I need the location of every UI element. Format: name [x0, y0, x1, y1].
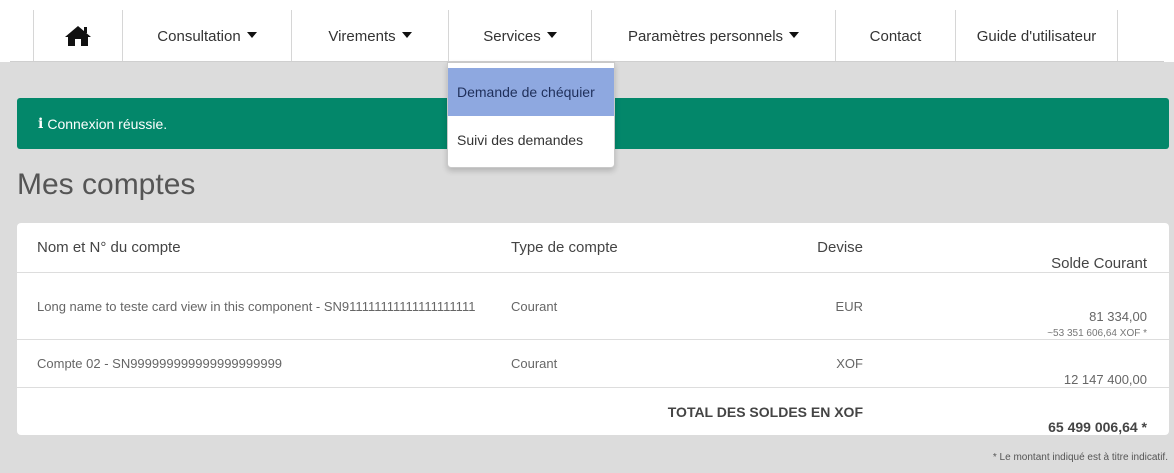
header-balance: Solde Courant: [897, 223, 1147, 272]
account-name[interactable]: Compte 02 - SN999999999999999999999: [37, 340, 497, 387]
account-currency: EUR: [835, 298, 863, 314]
account-balance: 81 334,00 ~53 351 606,64 XOF *: [897, 273, 1147, 339]
nav-divider: [1117, 10, 1118, 62]
total-label: TOTAL DES SOLDES EN XOF: [667, 403, 863, 420]
total-value: 65 499 006,64 *: [897, 388, 1147, 435]
services-dropdown-menu: Demande de chéquier Suivi des demandes: [447, 62, 615, 168]
balance-converted: ~53 351 606,64 XOF *: [1047, 328, 1147, 339]
nav-services-label: Services: [483, 27, 541, 45]
home-icon: [64, 26, 91, 46]
dropdown-item-label: Suivi des demandes: [457, 132, 584, 148]
nav-guide-label: Guide d'utilisateur: [976, 27, 1097, 45]
nav-parametres[interactable]: Paramètres personnels: [591, 10, 835, 62]
caret-down-icon: [246, 32, 257, 38]
nav-services[interactable]: Services: [448, 10, 591, 62]
nav-virements[interactable]: Virements: [291, 10, 448, 62]
nav-parametres-label: Paramètres personnels: [627, 27, 784, 45]
nav-contact-label: Contact: [869, 27, 922, 45]
caret-down-icon: [546, 32, 557, 38]
info-icon: i: [38, 115, 44, 132]
header-account-name: Nom et N° du compte: [37, 239, 181, 256]
header-account-type: Type de compte: [511, 239, 618, 256]
page-title: Mes comptes: [17, 168, 196, 201]
header-balance-label: Solde Courant: [1051, 255, 1147, 272]
footnote: * Le montant indiqué est à titre indicat…: [992, 452, 1168, 463]
dropdown-item-demande-chequier[interactable]: Demande de chéquier: [448, 68, 614, 116]
top-navbar: Consultation Virements Services Paramètr…: [0, 0, 1174, 62]
nav-guide[interactable]: Guide d'utilisateur: [955, 10, 1117, 62]
dropdown-item-suivi-demandes[interactable]: Suivi des demandes: [448, 116, 614, 164]
total-value-amount: 65 499 006,64 *: [1048, 419, 1147, 435]
nav-consultation[interactable]: Consultation: [122, 10, 291, 62]
table-row[interactable]: Long name to teste card view in this com…: [17, 273, 1169, 340]
account-balance: 12 147 400,00: [897, 340, 1147, 387]
alert-message: Connexion réussie.: [47, 115, 168, 132]
header-currency: Devise: [817, 239, 863, 256]
balance-amount: 81 334,00: [1089, 309, 1147, 324]
dropdown-item-label: Demande de chéquier: [457, 84, 595, 100]
home-nav-button[interactable]: [33, 10, 122, 62]
table-total-row: TOTAL DES SOLDES EN XOF 65 499 006,64 *: [17, 388, 1169, 436]
account-name[interactable]: Long name to teste card view in this com…: [37, 273, 497, 339]
nav-consultation-label: Consultation: [157, 27, 241, 45]
account-type: Courant: [511, 356, 558, 371]
accounts-table: Nom et N° du compte Type de compte Devis…: [17, 223, 1169, 435]
caret-down-icon: [401, 32, 412, 38]
table-row[interactable]: Compte 02 - SN999999999999999999999 Cour…: [17, 340, 1169, 388]
balance-amount: 12 147 400,00: [1063, 372, 1147, 387]
nav-contact[interactable]: Contact: [835, 10, 955, 62]
nav-virements-label: Virements: [328, 27, 396, 45]
account-currency: XOF: [836, 356, 863, 371]
caret-down-icon: [789, 32, 800, 38]
table-header-row: Nom et N° du compte Type de compte Devis…: [17, 223, 1169, 273]
account-type: Courant: [511, 298, 558, 314]
